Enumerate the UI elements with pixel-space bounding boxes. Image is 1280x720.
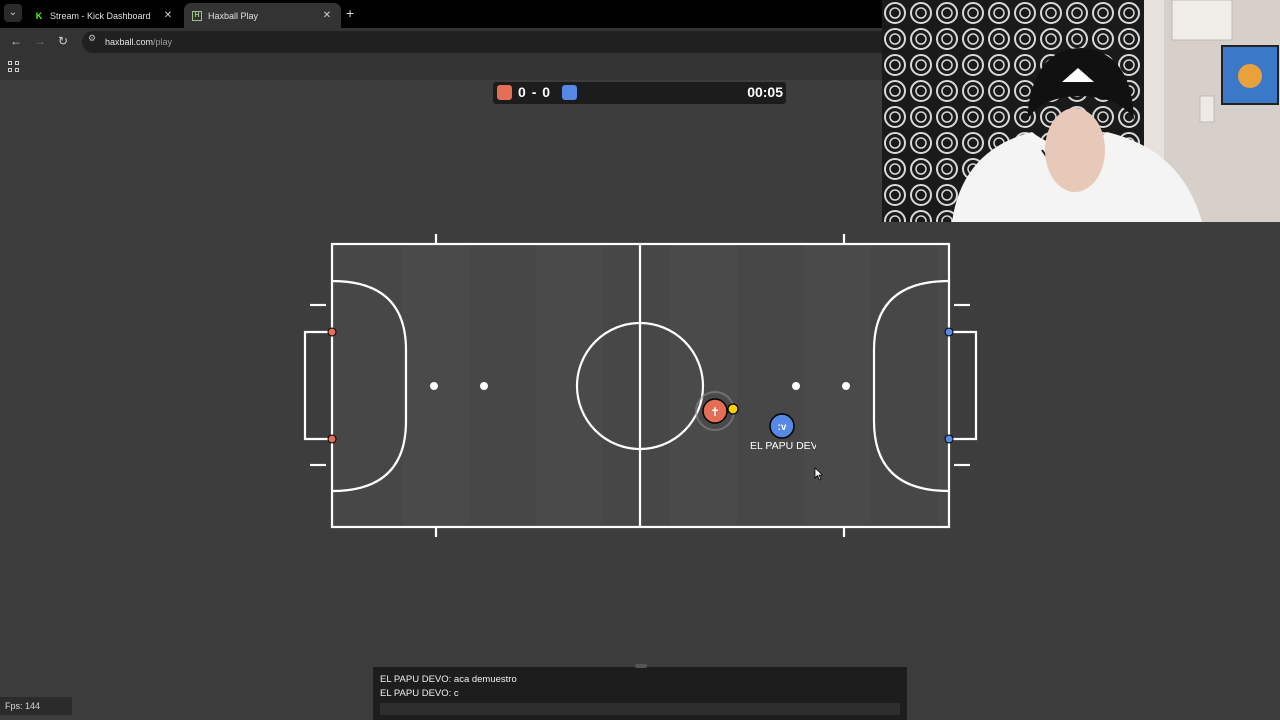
blue-player-avatar: :v [778, 422, 787, 433]
red-player-avatar: ✝ [710, 405, 720, 419]
mouse-cursor-icon [814, 467, 824, 481]
close-tab-icon[interactable]: ✕ [162, 10, 174, 21]
tab-title: Stream - Kick Dashboard [50, 10, 151, 21]
webcam-overlay [882, 0, 1280, 222]
chat-resize-handle[interactable] [635, 664, 647, 668]
tab-search-dropdown-icon[interactable]: ⌄ [4, 4, 22, 22]
chat-message: EL PAPU DEVO: aca demuestro [380, 674, 517, 685]
chat-input[interactable] [380, 703, 900, 715]
left-goal [303, 330, 332, 441]
back-icon[interactable]: ← [10, 34, 22, 48]
left-goalpost-top [327, 327, 337, 337]
match-timer: 00:05 [747, 84, 783, 100]
left-goalpost-bottom [327, 434, 337, 444]
chat-box: EL PAPU DEVO: aca demuestro EL PAPU DEVO… [373, 664, 907, 720]
tab-haxball-play[interactable]: H Haxball Play ✕ [184, 3, 341, 28]
forward-icon[interactable]: → [34, 34, 46, 48]
kick-logo-icon: K [35, 10, 43, 21]
blue-player-name: EL PAPU DEVO [750, 440, 816, 452]
score-separator: - [531, 84, 538, 100]
tab-title: Haxball Play [208, 10, 259, 21]
haxball-logo-icon: H [192, 10, 202, 21]
url-text[interactable]: haxball.com/play [105, 37, 172, 47]
score-display: 0 - 0 [518, 84, 551, 100]
scoreboard: 0 - 0 00:05 [493, 82, 786, 104]
blue-score: 0 [542, 84, 552, 100]
right-goalpost-top [944, 327, 954, 337]
ball [727, 403, 739, 415]
right-goalpost-bottom [944, 434, 954, 444]
person-face [1045, 108, 1105, 192]
reload-icon[interactable]: ↻ [58, 34, 68, 48]
red-score: 0 [518, 84, 527, 100]
red-team-indicator [497, 85, 512, 100]
fps-counter: Fps: 144 [0, 697, 72, 715]
futsal-field: ✝ :v [303, 234, 978, 537]
close-tab-icon[interactable]: ✕ [321, 10, 333, 21]
right-goal [949, 330, 978, 441]
address-bar[interactable] [82, 31, 902, 53]
chat-message: EL PAPU DEVO: c [380, 688, 459, 699]
apps-grid-icon[interactable] [8, 61, 19, 72]
new-tab-icon[interactable]: + [346, 5, 354, 21]
blue-team-indicator [562, 85, 577, 100]
tab-kick-dashboard[interactable]: K Stream - Kick Dashboard ✕ [26, 3, 182, 28]
site-info-icon[interactable]: ⚙ [88, 33, 96, 44]
wall-picture [1171, 0, 1233, 41]
